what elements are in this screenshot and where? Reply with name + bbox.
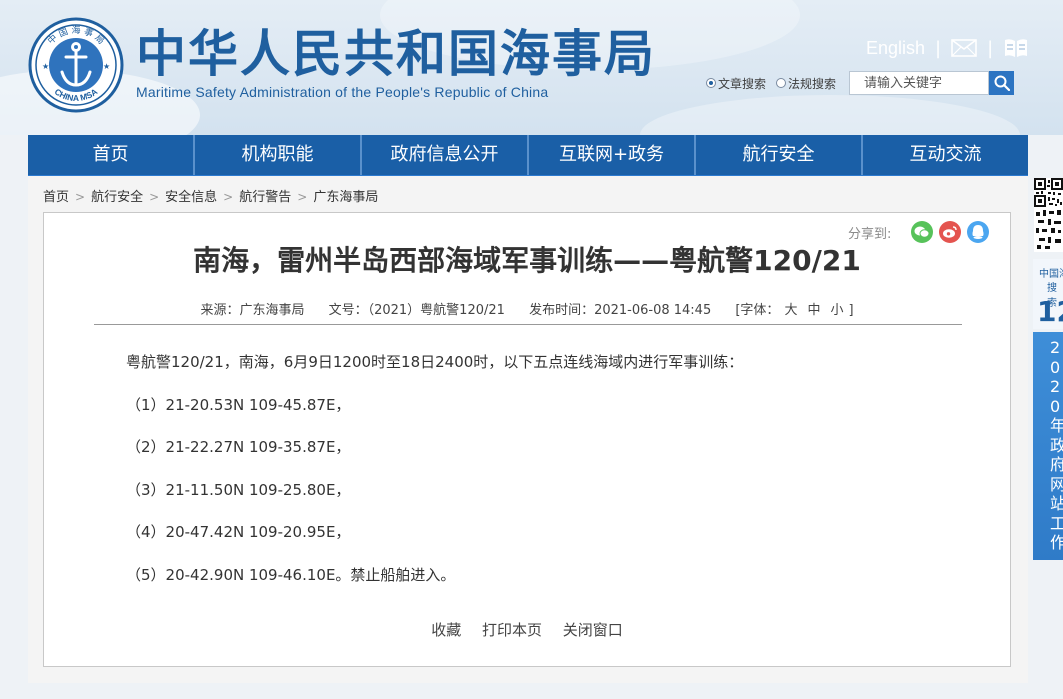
article-box: 分享到: 南海，雷州半岛西部海域军事训练——粤航警120/21 来源：广东海事局… — [43, 212, 1011, 667]
radio-unselected-icon[interactable] — [776, 78, 787, 88]
breadcrumb: 首页 > 航行安全 > 安全信息 > 航行警告 > 广东海事局 — [43, 186, 378, 205]
coordinate-point-1: （1）21-20.53N 109-45.87E， — [126, 395, 351, 414]
site-title-en: Maritime Safety Administration of the Pe… — [136, 84, 549, 100]
nav-item-functions[interactable]: 机构职能 — [195, 135, 362, 175]
favorite-link[interactable]: 收藏 — [431, 621, 461, 639]
msa-logo[interactable]: 中 国 海 事 局 CHINA MSA ★ ★ — [28, 17, 124, 113]
side-annual-report-banner[interactable]: 2020年政府网站工作 — [1033, 332, 1063, 560]
nav-item-gov-info[interactable]: 政府信息公开 — [362, 135, 529, 175]
breadcrumb-separator: > — [297, 190, 308, 204]
cloud-decoration — [640, 95, 1020, 135]
search-option-regulation-label: 法规搜索 — [788, 76, 837, 91]
breadcrumb-home[interactable]: 首页 — [43, 190, 69, 205]
print-link[interactable]: 打印本页 — [482, 621, 542, 639]
search-option-article-label: 文章搜索 — [718, 76, 767, 91]
weibo-icon — [943, 226, 958, 238]
radio-selected-icon[interactable] — [706, 78, 716, 88]
book-icon[interactable] — [1003, 37, 1029, 59]
article-meta: 来源：广东海事局 文号：（2021）粤航警120/21 发布时间：2021-06… — [44, 299, 1010, 318]
meta-font-label: [字体： — [735, 303, 780, 318]
meta-source: 来源：广东海事局 — [200, 303, 305, 318]
font-size-large-button[interactable]: 大 — [784, 303, 797, 318]
content-panel: 首页 > 航行安全 > 安全信息 > 航行警告 > 广东海事局 分享到: 南海，… — [28, 176, 1028, 683]
star-icon: ★ — [42, 62, 49, 71]
side-report-text: 2020年政府网站工作 — [1050, 338, 1063, 552]
breadcrumb-separator: > — [223, 190, 234, 204]
nav-item-internet-services[interactable]: 互联网+政务 — [529, 135, 696, 175]
qr-code-icon[interactable] — [1034, 178, 1063, 252]
search-option-regulation[interactable]: 法规搜索 — [776, 75, 836, 92]
main-nav: 首页 机构职能 政府信息公开 互联网+政务 航行安全 互动交流 — [28, 135, 1028, 176]
mail-icon[interactable] — [951, 38, 977, 58]
article-body: 粤航警120/21，南海，6月9日1200时至18日2400时，以下五点连线海域… — [126, 351, 743, 606]
meta-doc-no: 文号：（2021）粤航警120/21 — [328, 303, 505, 318]
site-title-cn: 中华人民共和国海事局 — [136, 25, 656, 83]
meta-publish-time: 发布时间：2021-06-08 14:45 — [529, 303, 712, 318]
header-tools: English | | — [866, 36, 1029, 60]
meta-font-close: ] — [848, 303, 854, 318]
qq-icon — [972, 225, 984, 239]
search-option-article[interactable]: 文章搜索 — [706, 75, 766, 92]
search-icon — [994, 75, 1010, 91]
tool-separator: | — [987, 37, 994, 59]
nav-item-home[interactable]: 首页 — [28, 135, 195, 175]
side-banner-search[interactable]: 中国海 搜索 12 — [1033, 259, 1063, 329]
font-size-small-button[interactable]: 小 — [830, 303, 843, 318]
star-icon: ★ — [103, 62, 110, 71]
search-input[interactable] — [849, 71, 990, 95]
breadcrumb-navigation-safety[interactable]: 航行安全 — [91, 190, 143, 205]
font-size-medium-button[interactable]: 中 — [807, 303, 820, 318]
site-header: 中 国 海 事 局 CHINA MSA ★ ★ 中华人民共和国海事局 Marit… — [0, 0, 1063, 135]
close-window-link[interactable]: 关闭窗口 — [563, 621, 623, 639]
coordinate-point-3: （3）21-11.50N 109-25.80E， — [126, 480, 351, 499]
search-button[interactable] — [989, 71, 1015, 95]
side-banner-number: 12 — [1037, 295, 1063, 328]
coordinate-point-2: （2）21-22.27N 109-35.87E， — [126, 438, 351, 456]
breadcrumb-nav-warnings[interactable]: 航行警告 — [239, 190, 291, 205]
title-divider — [94, 324, 962, 325]
nav-item-interaction[interactable]: 互动交流 — [863, 135, 1028, 175]
site-search: 文章搜索 法规搜索 — [706, 70, 1015, 96]
article-actions: 收藏 打印本页 关闭窗口 — [44, 619, 1010, 640]
breadcrumb-separator: > — [75, 190, 86, 204]
breadcrumb-separator: > — [149, 190, 160, 204]
nav-item-navigation-safety[interactable]: 航行安全 — [696, 135, 863, 175]
side-banner-line1: 中国海 — [1039, 269, 1063, 280]
article-title: 南海，雷州半岛西部海域军事训练——粤航警120/21 — [193, 244, 861, 277]
coordinate-point-5: （5）20-42.90N 109-46.10E。禁止船舶进入。 — [126, 565, 456, 584]
english-link[interactable]: English — [866, 38, 925, 59]
wechat-icon — [914, 226, 930, 238]
breadcrumb-safety-info[interactable]: 安全信息 — [165, 190, 217, 205]
coordinate-point-4: （4）20-47.42N 109-20.95E， — [126, 523, 351, 541]
tool-separator: | — [935, 37, 942, 59]
article-intro: 粤航警120/21，南海，6月9日1200时至18日2400时，以下五点连线海域… — [126, 353, 744, 371]
breadcrumb-guangdong-msa[interactable]: 广东海事局 — [313, 190, 378, 205]
